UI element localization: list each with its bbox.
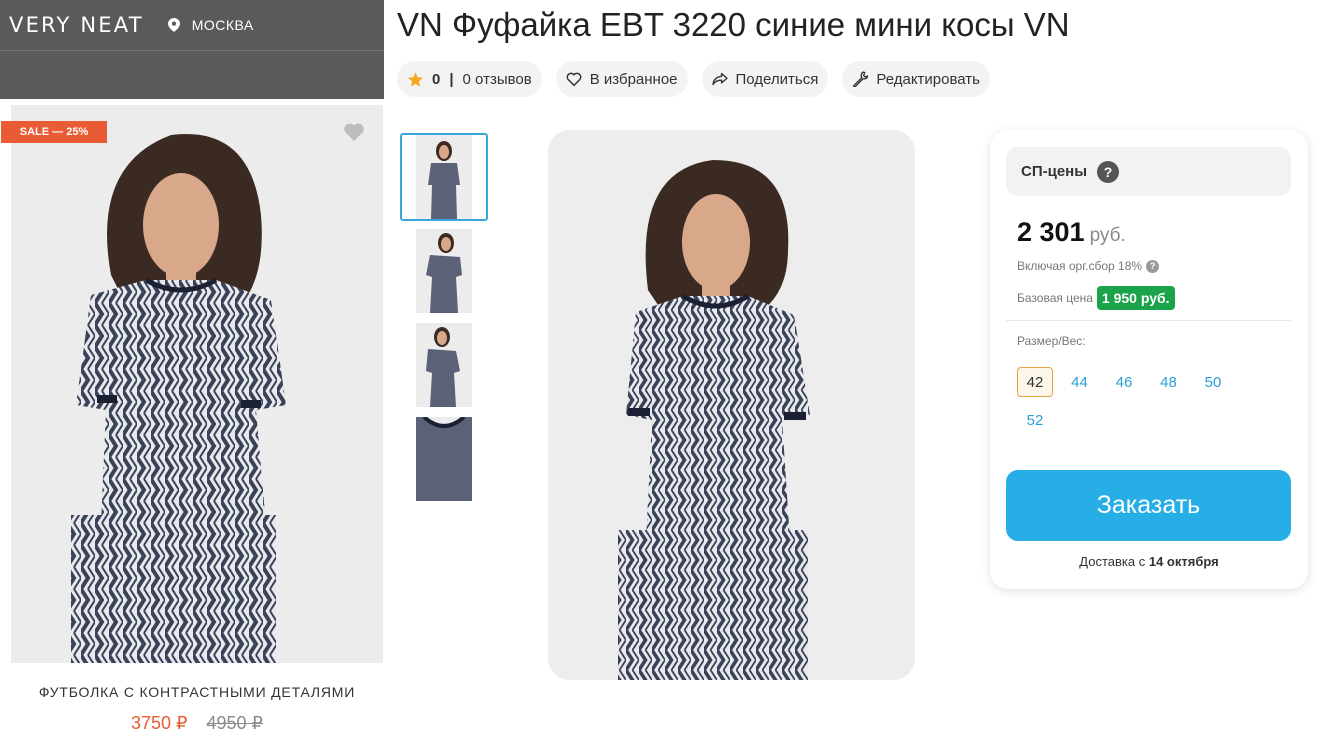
location-label: МОСКВА <box>191 17 254 33</box>
size-selector: 42 44 46 48 50 52 <box>1017 367 1267 443</box>
rating-value: 0 <box>432 70 441 88</box>
sale-badge: SALE — 25% <box>1 121 107 143</box>
base-price-row: Базовая цена 1 950 руб. <box>1017 286 1175 310</box>
sp-prices-header[interactable]: СП-цены ? <box>1006 147 1291 196</box>
divider <box>1006 320 1291 321</box>
size-label: Размер/Вес: <box>1017 334 1086 348</box>
help-icon[interactable]: ? <box>1097 160 1120 183</box>
thumbnail-side[interactable] <box>400 227 488 315</box>
sp-prices-label: СП-цены <box>1021 163 1088 180</box>
ad-favorite-heart-icon[interactable] <box>343 122 365 142</box>
ad-product-image[interactable] <box>11 105 383 663</box>
thumbnail-strip <box>400 133 488 509</box>
thumbnail-image <box>416 135 472 219</box>
ad-panel[interactable]: VERY NEAT МОСКВА SALE — 25% ФУТБОЛКА С К… <box>0 0 384 748</box>
edit-label: Редактировать <box>876 70 980 88</box>
star-icon <box>408 71 423 87</box>
org-fee-note: Включая орг.сбор 18% ? <box>1017 259 1160 273</box>
brand-logo[interactable]: VERY NEAT <box>9 13 144 37</box>
org-fee-help-icon[interactable]: ? <box>1146 259 1160 273</box>
rating-separator: | <box>449 70 454 88</box>
size-option[interactable]: 48 <box>1151 367 1187 397</box>
ad-price-old: 4950 ₽ <box>206 713 264 733</box>
location-selector[interactable]: МОСКВА <box>167 17 254 33</box>
order-button[interactable]: Заказать <box>1006 470 1291 541</box>
location-pin-icon <box>167 18 180 32</box>
delivery-date: 14 октября <box>1148 554 1219 569</box>
base-price-label: Базовая цена <box>1017 291 1093 305</box>
price-value: 2 301 <box>1017 217 1085 247</box>
product-title: VN Фуфайка EBT 3220 синие мини косы VN <box>397 6 1070 43</box>
action-bar: 0 | 0 отзывов В избранное Поделиться Ред… <box>397 61 990 97</box>
favorite-button[interactable]: В избранное <box>555 61 688 97</box>
favorite-label: В избранное <box>589 70 678 88</box>
reviews-count: 0 отзывов <box>462 70 532 88</box>
thumbnail-image <box>416 417 472 501</box>
size-option[interactable]: 44 <box>1062 367 1098 397</box>
share-icon <box>711 72 728 86</box>
page: VERY NEAT МОСКВА SALE — 25% ФУТБОЛКА С К… <box>0 0 1321 748</box>
size-option[interactable]: 46 <box>1106 367 1142 397</box>
thumbnail-side-2[interactable] <box>400 321 488 409</box>
thumbnail-image <box>416 229 472 313</box>
price-currency: руб. <box>1089 225 1126 246</box>
thumbnail-front[interactable] <box>400 133 488 221</box>
share-button[interactable]: Поделиться <box>701 61 829 97</box>
wrench-icon <box>853 71 869 87</box>
rating-chip[interactable]: 0 | 0 отзывов <box>397 61 542 97</box>
price-card: СП-цены ? 2 301 руб. Включая орг.сбор 18… <box>990 130 1308 589</box>
ad-price-new: 3750 ₽ <box>130 713 188 733</box>
delivery-info: Доставка с 14 октября <box>990 554 1308 569</box>
thumbnail-detail[interactable] <box>400 415 488 503</box>
model-photo <box>11 105 383 663</box>
size-option[interactable]: 42 <box>1017 367 1053 397</box>
delivery-prefix: Доставка с <box>1079 554 1149 569</box>
ad-prices: 3750 ₽ 4950 ₽ <box>0 713 394 734</box>
size-option[interactable]: 50 <box>1195 367 1231 397</box>
size-option[interactable]: 52 <box>1017 405 1053 435</box>
share-label: Поделиться <box>735 70 819 88</box>
model-photo-large <box>548 130 915 680</box>
ad-product-title[interactable]: ФУТБОЛКА С КОНТРАСТНЫМИ ДЕТАЛЯМИ <box>0 684 394 700</box>
org-fee-label: Включая орг.сбор 18% <box>1017 259 1143 273</box>
heart-outline-icon <box>566 72 582 86</box>
ad-header: VERY NEAT МОСКВА <box>0 0 384 99</box>
main-product-image[interactable] <box>548 130 915 680</box>
edit-button[interactable]: Редактировать <box>842 61 990 97</box>
base-price-badge: 1 950 руб. <box>1096 286 1175 310</box>
price-row: 2 301 руб. <box>1017 217 1126 248</box>
thumbnail-image <box>416 323 472 407</box>
